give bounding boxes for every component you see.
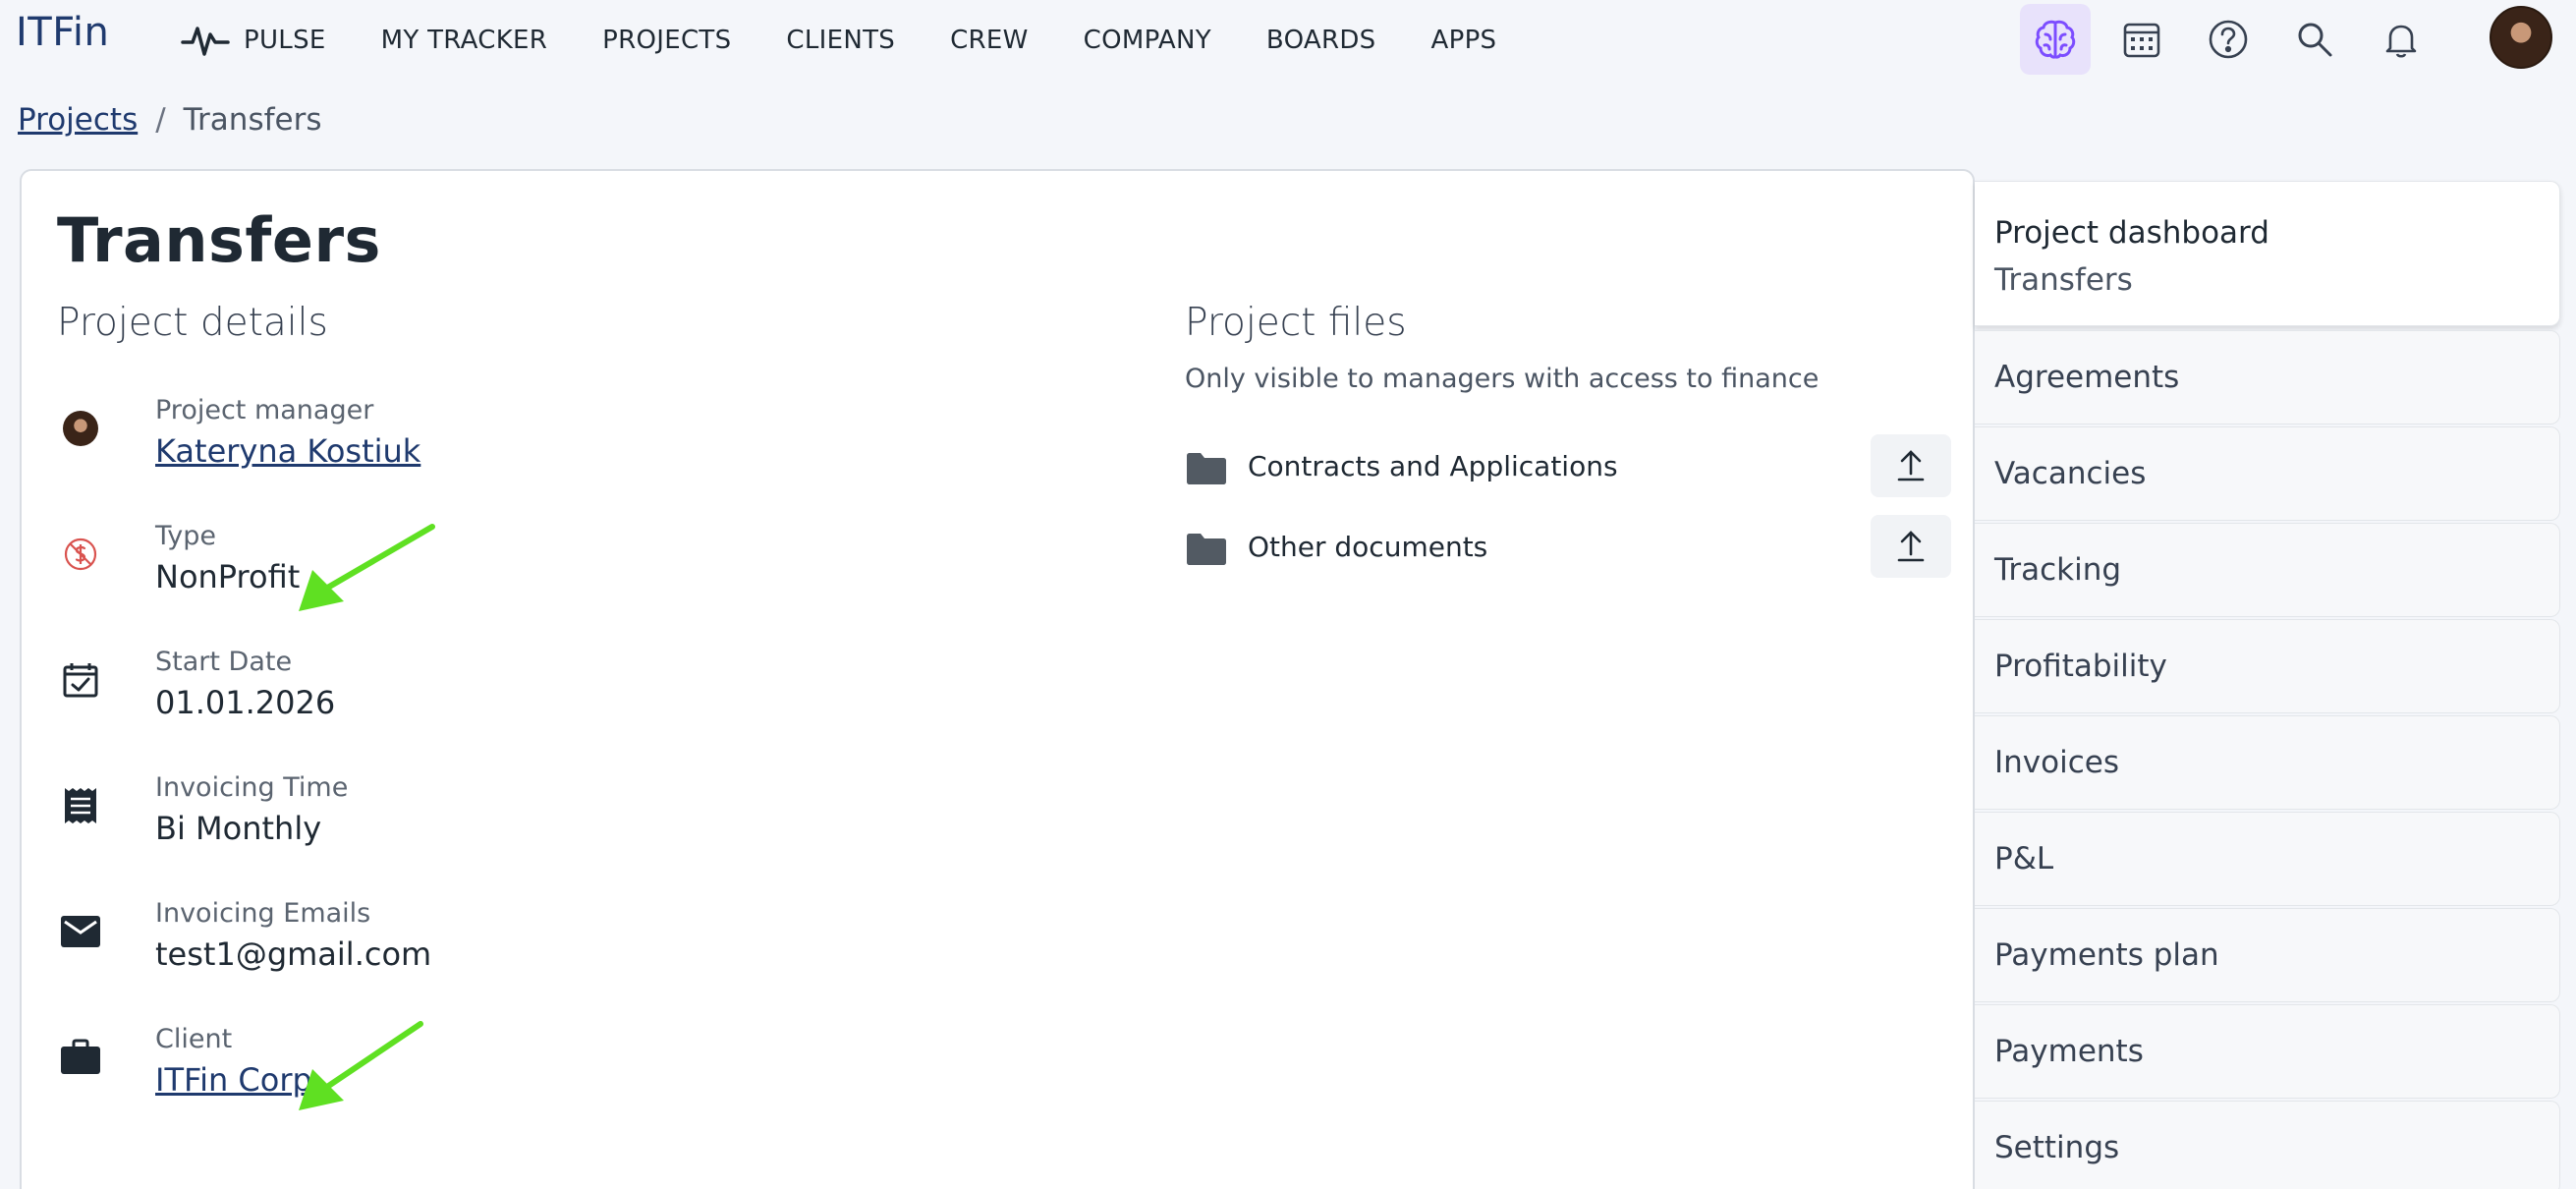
help-icon[interactable] xyxy=(2193,4,2264,75)
folder-icon xyxy=(1187,453,1226,484)
sidebar-item-payments[interactable]: Payments xyxy=(1975,1004,2560,1099)
nav-my-tracker[interactable]: MY TRACKER xyxy=(381,0,548,81)
nav-apps[interactable]: APPS xyxy=(1431,0,1497,81)
sidebar-item-payments-plan[interactable]: Payments plan xyxy=(1975,908,2560,1002)
upload-icon xyxy=(1897,531,1925,562)
nonprofit-icon xyxy=(57,531,104,578)
nav-crew[interactable]: CREW xyxy=(950,0,1029,81)
nav-boards[interactable]: BOARDS xyxy=(1266,0,1376,81)
project-files-heading: Project files xyxy=(1185,301,1407,345)
breadcrumb-current: Transfers xyxy=(183,102,322,138)
invoicing-time-row: Invoicing Time Bi Monthly xyxy=(57,772,941,871)
breadcrumb-projects-link[interactable]: Projects xyxy=(18,102,138,138)
project-manager-label: Project manager xyxy=(155,395,374,425)
sidebar-item-invoices[interactable]: Invoices xyxy=(1975,715,2560,810)
invoicing-time-value: Bi Monthly xyxy=(155,810,322,847)
invoicing-emails-label: Invoicing Emails xyxy=(155,898,371,929)
annotation-arrow-icon xyxy=(299,524,435,611)
top-navigation: ITFin PULSE MY TRACKER PROJECTS CLIENTS … xyxy=(0,0,2576,81)
nav-pulse[interactable]: PULSE xyxy=(181,0,326,81)
client-label: Client xyxy=(155,1024,233,1054)
logo[interactable]: ITFin xyxy=(16,10,109,55)
breadcrumb: Projects / Transfers xyxy=(18,102,321,138)
calendar-check-icon xyxy=(57,656,104,704)
folder-name: Other documents xyxy=(1248,531,1488,563)
nav-clients[interactable]: CLIENTS xyxy=(786,0,895,81)
invoicing-emails-row: Invoicing Emails test1@gmail.com xyxy=(57,898,941,996)
page-title: Transfers xyxy=(57,204,381,276)
nav-projects[interactable]: PROJECTS xyxy=(602,0,731,81)
sidebar-item-pl[interactable]: P&L xyxy=(1975,812,2560,906)
folder-icon xyxy=(1187,534,1226,565)
upload-button[interactable] xyxy=(1871,515,1951,578)
nav-icon-group xyxy=(2020,4,2452,75)
sidebar-item-settings[interactable]: Settings xyxy=(1975,1101,2560,1189)
sidebar-item-vacancies[interactable]: Vacancies xyxy=(1975,426,2560,521)
start-date-label: Start Date xyxy=(155,647,293,677)
bell-icon[interactable] xyxy=(2366,4,2436,75)
folder-name: Contracts and Applications xyxy=(1248,450,1618,482)
breadcrumb-separator: / xyxy=(155,102,166,138)
brain-icon[interactable] xyxy=(2020,4,2091,75)
project-manager-link[interactable]: Kateryna Kostiuk xyxy=(155,432,420,470)
sidebar-item-profitability[interactable]: Profitability xyxy=(1975,619,2560,713)
mail-icon xyxy=(57,908,104,955)
file-folder-row[interactable]: Other documents xyxy=(1185,515,1951,582)
project-files-subtitle: Only visible to managers with access to … xyxy=(1185,364,1820,394)
manager-avatar xyxy=(57,405,104,452)
invoicing-emails-value: test1@gmail.com xyxy=(155,935,432,973)
project-details-heading: Project details xyxy=(57,301,328,345)
client-row: Client ITFin Corp. xyxy=(57,1024,941,1122)
main-nav: PULSE MY TRACKER PROJECTS CLIENTS CREW C… xyxy=(181,0,1551,81)
file-folder-row[interactable]: Contracts and Applications xyxy=(1185,434,1951,501)
type-row: Type NonProfit xyxy=(57,521,941,619)
sidebar-item-agreements[interactable]: Agreements xyxy=(1975,330,2560,425)
sidebar-active-title: Project dashboard xyxy=(1994,215,2269,251)
upload-icon xyxy=(1897,450,1925,481)
start-date-value: 01.01.2026 xyxy=(155,684,336,721)
user-avatar[interactable] xyxy=(2490,6,2552,69)
calendar-icon[interactable] xyxy=(2106,4,2177,75)
pulse-icon xyxy=(181,27,230,56)
sidebar-active-subtitle: Transfers xyxy=(1994,262,2133,298)
type-label: Type xyxy=(155,521,217,551)
project-card: Transfers Project details Project manage… xyxy=(20,169,1975,1189)
start-date-row: Start Date 01.01.2026 xyxy=(57,647,941,745)
search-icon[interactable] xyxy=(2279,4,2350,75)
nav-company[interactable]: COMPANY xyxy=(1084,0,1211,81)
sidebar-item-project-dashboard[interactable]: Project dashboard Transfers xyxy=(1975,181,2560,326)
invoicing-time-label: Invoicing Time xyxy=(155,772,349,803)
upload-button[interactable] xyxy=(1871,434,1951,497)
annotation-arrow-icon xyxy=(299,1021,423,1110)
sidebar-item-tracking[interactable]: Tracking xyxy=(1975,523,2560,617)
receipt-icon xyxy=(57,782,104,829)
briefcase-icon xyxy=(57,1034,104,1081)
project-manager-row: Project manager Kateryna Kostiuk xyxy=(57,395,941,493)
type-value: NonProfit xyxy=(155,558,301,595)
nav-pulse-label: PULSE xyxy=(244,26,326,55)
